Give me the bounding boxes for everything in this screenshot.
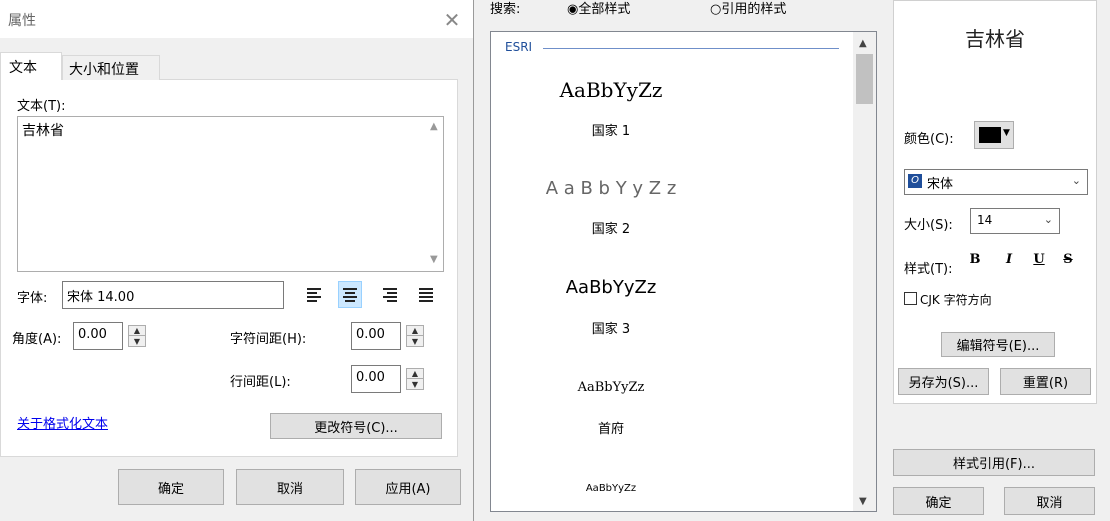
cancel-button[interactable]: 取消 — [236, 469, 344, 505]
char-spacing-input[interactable]: 0.00 — [351, 322, 401, 350]
style-name: 国家 1 — [591, 124, 631, 139]
color-swatch — [979, 127, 1001, 143]
close-icon[interactable]: ✕ — [440, 8, 464, 32]
style-sample: AaBbYyZz — [559, 78, 663, 102]
group-divider — [543, 48, 839, 49]
align-center-button[interactable] — [338, 281, 362, 308]
symbol-preview-box: 吉林省 颜色(C): ▼ O 宋体 ⌄ 大小(S): 14 ⌄ 样式(T): B… — [893, 0, 1097, 404]
dialog-titlebar — [0, 0, 473, 38]
font-select[interactable]: O 宋体 ⌄ — [904, 169, 1088, 195]
align-right-button[interactable] — [378, 281, 402, 308]
text-input[interactable]: 吉林省 ▲ ▼ — [17, 116, 444, 272]
style-sample: AaBbYyZz — [577, 380, 645, 395]
italic-button[interactable]: I — [1000, 252, 1018, 267]
down-arrow-icon[interactable]: ▼ — [407, 379, 423, 389]
style-name: 首府 — [597, 422, 624, 437]
style-name: 国家 3 — [591, 322, 631, 337]
line-spacing-label: 行间距(L): — [230, 375, 291, 390]
align-right-icon — [383, 286, 397, 304]
checkbox-icon — [904, 292, 917, 305]
style-sample: AaBbYyZz — [585, 483, 637, 494]
radio-unselected-icon: ○ — [710, 2, 722, 17]
scroll-up-icon[interactable]: ▲ — [430, 121, 438, 132]
style-label: 样式(T): — [904, 262, 953, 277]
radio-all-styles[interactable]: ◉全部样式 — [567, 0, 630, 17]
cancel-button[interactable]: 取消 — [1004, 487, 1095, 515]
style-references-button[interactable]: 样式引用(F)... — [893, 449, 1095, 476]
bold-button[interactable]: B — [966, 252, 984, 267]
angle-stepper[interactable]: ▲ ▼ — [128, 325, 146, 347]
align-left-button[interactable] — [302, 281, 326, 308]
down-arrow-icon[interactable]: ▼ — [129, 336, 145, 346]
style-sample: A a B b Y y Z z — [545, 178, 677, 199]
style-name: 国家 2 — [591, 222, 631, 237]
color-picker[interactable]: ▼ — [974, 121, 1014, 149]
down-arrow-icon[interactable]: ▼ — [407, 336, 423, 346]
save-as-button[interactable]: 另存为(S)... — [898, 368, 989, 395]
preview-text: 吉林省 — [965, 27, 1025, 51]
ok-button[interactable]: 确定 — [118, 469, 224, 505]
align-left-icon — [307, 286, 321, 304]
cjk-checkbox[interactable]: CJK 字符方向 — [904, 291, 992, 308]
angle-input[interactable]: 0.00 — [73, 322, 123, 350]
radio-all-label: 全部样式 — [578, 2, 631, 17]
reset-button[interactable]: 重置(R) — [1000, 368, 1091, 395]
change-symbol-button[interactable]: 更改符号(C)... — [270, 413, 442, 439]
char-spacing-label: 字符间距(H): — [230, 332, 307, 347]
align-justify-icon — [419, 286, 433, 304]
align-center-icon — [343, 286, 357, 304]
font-type-icon: O — [908, 174, 922, 188]
radio-referenced-label: 引用的样式 — [721, 2, 787, 17]
style-list[interactable]: ESRI AaBbYyZz 国家 1 A a B b Y y Z z 国家 2 … — [490, 31, 877, 512]
ok-button[interactable]: 确定 — [893, 487, 984, 515]
about-formatting-link[interactable]: 关于格式化文本 — [17, 413, 108, 432]
scroll-down-icon[interactable]: ▼ — [430, 254, 438, 265]
dialog-title: 属性 — [8, 13, 36, 29]
line-spacing-input[interactable]: 0.00 — [351, 365, 401, 393]
underline-button[interactable]: U — [1030, 252, 1048, 267]
apply-button[interactable]: 应用(A) — [355, 469, 461, 505]
group-label-esri: ESRI — [505, 40, 533, 54]
align-justify-button[interactable] — [414, 281, 438, 308]
chevron-down-icon: ⌄ — [1071, 174, 1081, 187]
search-label: 搜索: — [490, 2, 521, 17]
cjk-label: CJK 字符方向 — [920, 293, 992, 307]
scroll-down-icon[interactable]: ▼ — [859, 496, 867, 507]
font-name: 宋体 — [927, 177, 954, 192]
text-value: 吉林省 — [22, 123, 64, 139]
properties-dialog: 属性 ✕ 文本 大小和位置 文本(T): 吉林省 ▲ ▼ 字体: 宋体 14.0… — [0, 0, 474, 521]
color-label: 颜色(C): — [904, 132, 954, 147]
up-arrow-icon[interactable]: ▲ — [407, 369, 423, 379]
radio-selected-icon: ◉ — [567, 2, 579, 17]
edit-symbol-button[interactable]: 编辑符号(E)... — [941, 332, 1055, 357]
line-spacing-stepper[interactable]: ▲ ▼ — [406, 368, 424, 390]
up-arrow-icon[interactable]: ▲ — [407, 326, 423, 336]
scroll-up-icon[interactable]: ▲ — [859, 38, 867, 49]
size-value: 14 — [977, 213, 993, 227]
text-label: 文本(T): — [17, 99, 66, 114]
style-sample: AaBbYyZz — [565, 277, 657, 298]
tab-text[interactable]: 文本 — [0, 52, 62, 80]
font-label: 字体: — [17, 291, 48, 306]
up-arrow-icon[interactable]: ▲ — [129, 326, 145, 336]
size-label: 大小(S): — [904, 218, 953, 233]
angle-label: 角度(A): — [12, 332, 62, 347]
font-field[interactable]: 宋体 14.00 — [62, 281, 284, 309]
size-select[interactable]: 14 ⌄ — [970, 208, 1060, 234]
dropdown-arrow-icon: ▼ — [1003, 128, 1010, 138]
radio-referenced-styles[interactable]: ○引用的样式 — [710, 0, 786, 17]
scrollbar-thumb[interactable] — [856, 54, 873, 104]
tab-size-position[interactable]: 大小和位置 — [62, 55, 160, 80]
char-spacing-stepper[interactable]: ▲ ▼ — [406, 325, 424, 347]
strikethrough-button[interactable]: S — [1059, 252, 1077, 267]
chevron-down-icon: ⌄ — [1043, 213, 1053, 226]
textarea-scrollbar[interactable]: ▲ ▼ — [426, 117, 443, 271]
